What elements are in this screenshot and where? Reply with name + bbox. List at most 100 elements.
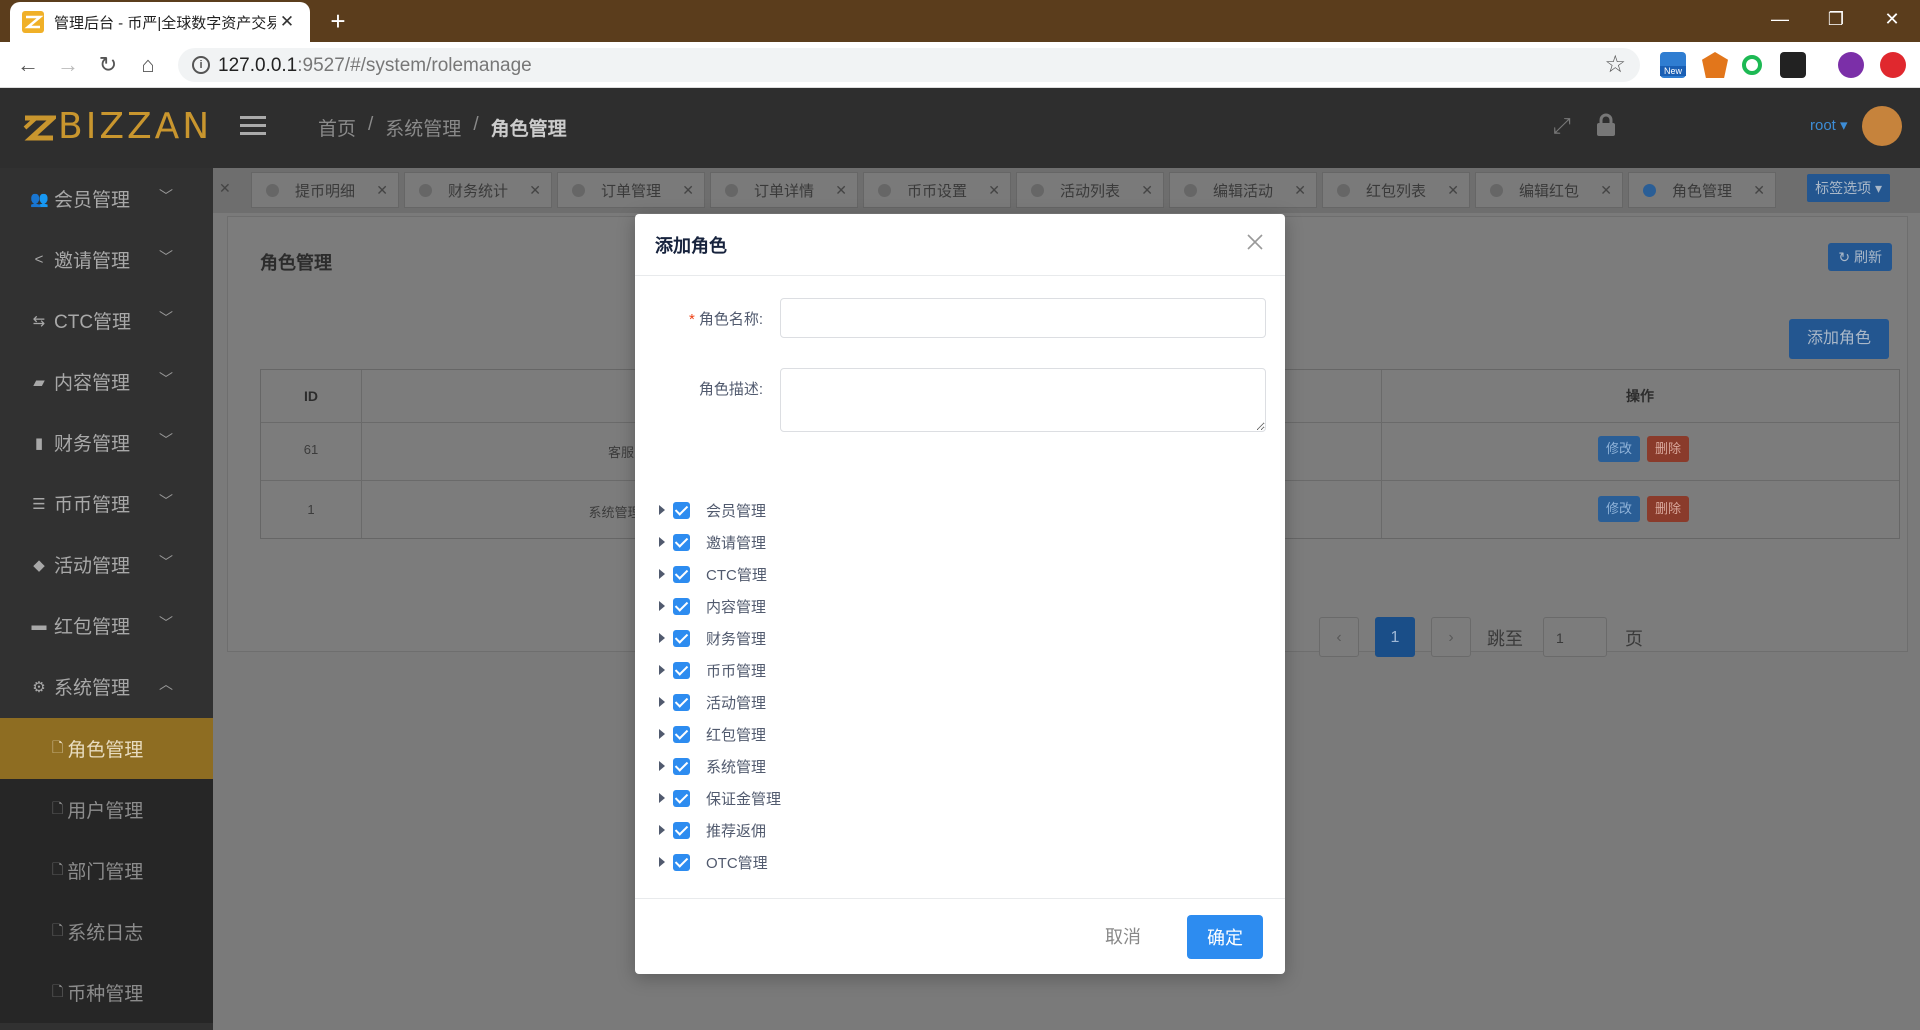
tag-item[interactable]: 活动列表 ✕ xyxy=(1016,172,1164,208)
expand-arrow-icon[interactable] xyxy=(659,569,665,579)
close-icon[interactable]: ✕ xyxy=(1600,182,1612,199)
tag-item[interactable]: 订单管理 ✕ xyxy=(557,172,705,208)
forward-arrow-icon[interactable]: → xyxy=(52,49,84,81)
expand-arrow-icon[interactable] xyxy=(659,729,665,739)
sidebar-item-members[interactable]: 👥 会员管理 ﹀ xyxy=(0,168,213,229)
sidebar-item-system[interactable]: ⚙ 系统管理 ︿ xyxy=(0,656,213,717)
tree-node[interactable]: 财务管理 xyxy=(655,622,955,654)
tag-options-dropdown[interactable]: 标签选项 ▾ xyxy=(1807,174,1890,202)
expand-arrow-icon[interactable] xyxy=(659,761,665,771)
checkbox-checked[interactable] xyxy=(673,693,690,711)
sidebar-item-finance[interactable]: ▮ 财务管理 ﹀ xyxy=(0,412,213,473)
tag-item[interactable]: 财务统计 ✕ xyxy=(404,172,552,208)
sidebar-sub-user[interactable]: 🗋 用户管理 xyxy=(0,779,213,840)
metamask-fox-icon[interactable] xyxy=(1702,52,1728,78)
tree-node[interactable]: 币币管理 xyxy=(655,654,955,686)
checkbox-checked[interactable] xyxy=(673,661,690,679)
delete-button[interactable]: 删除 xyxy=(1647,496,1689,522)
avatar[interactable] xyxy=(1862,106,1902,146)
breadcrumb-home[interactable]: 首页 xyxy=(318,114,356,141)
tree-node[interactable]: 保证金管理 xyxy=(655,782,955,814)
checkbox-checked[interactable] xyxy=(673,533,690,551)
refresh-button[interactable]: ↻ 刷新 xyxy=(1828,243,1892,271)
expand-arrow-icon[interactable] xyxy=(659,537,665,547)
tree-node[interactable]: 会员管理 xyxy=(655,494,955,526)
expand-arrow-icon[interactable] xyxy=(659,793,665,803)
bookmark-star-icon[interactable]: ☆ xyxy=(1604,50,1626,79)
tag-item[interactable]: 编辑活动 ✕ xyxy=(1169,172,1317,208)
tab-close-icon[interactable]: ✕ xyxy=(276,12,298,32)
back-arrow-icon[interactable]: ← xyxy=(12,49,44,81)
reload-icon[interactable]: ↻ xyxy=(92,49,124,81)
prev-page-button[interactable]: ‹ xyxy=(1319,617,1359,657)
lock-icon[interactable] xyxy=(1595,113,1619,137)
new-tab-button[interactable]: + xyxy=(322,6,354,36)
edit-button[interactable]: 修改 xyxy=(1598,436,1640,462)
breadcrumb-system[interactable]: 系统管理 xyxy=(385,114,461,141)
site-info-icon[interactable]: i xyxy=(192,56,210,74)
close-icon[interactable]: ✕ xyxy=(1753,182,1765,199)
sidebar-item-activities[interactable]: ◆ 活动管理 ﹀ xyxy=(0,534,213,595)
tag-item-active[interactable]: 角色管理 ✕ xyxy=(1628,172,1776,208)
sidebar-sub-role[interactable]: 🗋 角色管理 xyxy=(0,718,213,779)
close-icon[interactable]: ✕ xyxy=(1447,182,1459,199)
close-icon[interactable]: ✕ xyxy=(1294,182,1306,199)
tree-node[interactable]: CTC管理 xyxy=(655,558,955,590)
extension-dark-icon[interactable] xyxy=(1780,52,1806,78)
fullscreen-icon[interactable]: ⤢ xyxy=(1553,113,1577,138)
sidebar-sub-dept[interactable]: 🗋 部门管理 xyxy=(0,840,213,901)
expand-arrow-icon[interactable] xyxy=(659,665,665,675)
role-name-input[interactable] xyxy=(780,298,1266,338)
jump-page-input[interactable]: 1 xyxy=(1543,617,1607,657)
close-icon[interactable] xyxy=(1243,230,1267,254)
tree-node[interactable]: OTC管理 xyxy=(655,846,955,878)
sidebar-item-content[interactable]: ▰ 内容管理 ﹀ xyxy=(0,351,213,412)
role-desc-textarea[interactable] xyxy=(780,368,1266,432)
extension-red-icon[interactable] xyxy=(1880,52,1906,78)
expand-arrow-icon[interactable] xyxy=(659,825,665,835)
menu-toggle-icon[interactable] xyxy=(240,116,266,136)
expand-arrow-icon[interactable] xyxy=(659,505,665,515)
checkbox-checked[interactable] xyxy=(673,597,690,615)
edit-button[interactable]: 修改 xyxy=(1598,496,1640,522)
tree-node[interactable]: 红包管理 xyxy=(655,718,955,750)
cancel-button[interactable]: 取消 xyxy=(1089,917,1157,957)
browser-tab[interactable]: 管理后台 - 币严|全球数字资产交易 ✕ xyxy=(10,2,310,42)
tag-item[interactable]: 红包列表 ✕ xyxy=(1322,172,1470,208)
close-icon[interactable]: ✕ xyxy=(682,182,694,199)
home-icon[interactable]: ⌂ xyxy=(132,49,164,81)
checkbox-checked[interactable] xyxy=(673,821,690,839)
restore-button[interactable]: ❐ xyxy=(1808,4,1864,34)
close-icon[interactable]: ✕ xyxy=(219,180,231,197)
window-close-button[interactable]: ✕ xyxy=(1864,4,1920,34)
checkbox-checked[interactable] xyxy=(673,757,690,775)
tree-node[interactable]: 邀请管理 xyxy=(655,526,955,558)
next-page-button[interactable]: › xyxy=(1431,617,1471,657)
page-number-button[interactable]: 1 xyxy=(1375,617,1415,657)
user-dropdown[interactable]: root ▾ xyxy=(1810,116,1848,134)
tag-item[interactable]: 提币明细 ✕ xyxy=(251,172,399,208)
checkbox-checked[interactable] xyxy=(673,565,690,583)
confirm-button[interactable]: 确定 xyxy=(1187,915,1263,959)
close-icon[interactable]: ✕ xyxy=(988,182,1000,199)
close-icon[interactable]: ✕ xyxy=(376,182,388,199)
checkbox-checked[interactable] xyxy=(673,789,690,807)
tree-node[interactable]: 推荐返佣 xyxy=(655,814,955,846)
sidebar-item-invites[interactable]: < 邀请管理 ﹀ xyxy=(0,229,213,290)
sidebar-sub-currency[interactable]: 🗋 币种管理 xyxy=(0,962,213,1023)
tree-node[interactable]: 内容管理 xyxy=(655,590,955,622)
logo[interactable]: BIZZAN xyxy=(22,106,212,147)
checkbox-checked[interactable] xyxy=(673,725,690,743)
extension-ring-icon[interactable] xyxy=(1742,55,1762,75)
extension-purple-icon[interactable] xyxy=(1838,52,1864,78)
expand-arrow-icon[interactable] xyxy=(659,857,665,867)
sidebar-item-ctc[interactable]: ⇆ CTC管理 ﹀ xyxy=(0,290,213,351)
tag-item[interactable]: 币币设置 ✕ xyxy=(863,172,1011,208)
close-icon[interactable]: ✕ xyxy=(1141,182,1153,199)
sidebar-item-redpacket[interactable]: ▬ 红包管理 ﹀ xyxy=(0,595,213,656)
extension-new-icon[interactable]: New xyxy=(1660,52,1686,78)
tag-item[interactable]: 编辑红包 ✕ xyxy=(1475,172,1623,208)
delete-button[interactable]: 删除 xyxy=(1647,436,1689,462)
add-role-button[interactable]: 添加角色 xyxy=(1788,319,1889,359)
minimize-button[interactable]: — xyxy=(1752,4,1808,34)
